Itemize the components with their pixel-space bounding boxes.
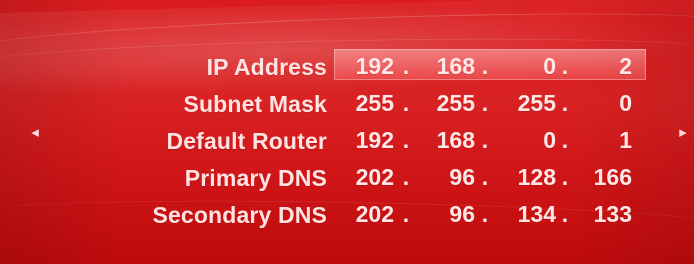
secondary-dns-octet-2[interactable]: 96	[425, 202, 475, 226]
primary-dns-label: Primary DNS	[184, 165, 327, 191]
default-router-octet-2[interactable]: 168	[425, 128, 475, 152]
primary-dns-separator-3: .	[561, 164, 569, 190]
subnet-mask-field[interactable]: 255 . 255 . 255 . 0	[334, 86, 646, 117]
ip-address-field[interactable]: 192 . 168 . 0 . 2	[334, 49, 646, 80]
subnet-mask-label: Subnet Mask	[183, 91, 327, 117]
subnet-mask-octet-3[interactable]: 255	[505, 91, 556, 115]
primary-dns-field[interactable]: 202 . 96 . 128 . 166	[334, 160, 646, 191]
secondary-dns-octet-1[interactable]: 202	[344, 202, 394, 226]
ip-address-octet-2[interactable]: 168	[425, 54, 475, 78]
primary-dns-separator-2: .	[481, 164, 489, 190]
subnet-mask-octet-2[interactable]: 255	[425, 91, 475, 115]
default-router-separator-3: .	[561, 127, 569, 153]
subnet-mask-octet-4[interactable]: 0	[584, 91, 632, 115]
ip-address-separator-3: .	[561, 53, 569, 79]
default-router-octet-1[interactable]: 192	[344, 128, 394, 152]
ip-address-row[interactable]: IP Address 192 . 168 . 0 . 2	[0, 49, 694, 86]
ip-address-separator-2: .	[481, 53, 489, 79]
ip-address-octet-3[interactable]: 0	[505, 54, 556, 78]
subnet-mask-separator-2: .	[481, 90, 489, 116]
default-router-separator-2: .	[481, 127, 489, 153]
ip-address-label: IP Address	[206, 54, 327, 80]
secondary-dns-octet-4[interactable]: 133	[584, 202, 632, 226]
ip-address-separator-1: .	[402, 53, 410, 79]
secondary-dns-separator-2: .	[481, 201, 489, 227]
ip-address-octet-4[interactable]: 2	[584, 54, 632, 78]
secondary-dns-separator-3: .	[561, 201, 569, 227]
subnet-mask-separator-3: .	[561, 90, 569, 116]
primary-dns-octet-4[interactable]: 166	[584, 165, 632, 189]
secondary-dns-label: Secondary DNS	[152, 202, 327, 228]
default-router-row[interactable]: Default Router 192 . 168 . 0 . 1	[0, 123, 694, 160]
primary-dns-octet-1[interactable]: 202	[344, 165, 394, 189]
ps3-network-settings-screen: ◂ ▸ IP Address 192 . 168 . 0 . 2 Subnet …	[0, 0, 694, 264]
primary-dns-octet-2[interactable]: 96	[425, 165, 475, 189]
primary-dns-octet-3[interactable]: 128	[505, 165, 556, 189]
ip-address-octet-1[interactable]: 192	[344, 54, 394, 78]
secondary-dns-octet-3[interactable]: 134	[505, 202, 556, 226]
primary-dns-separator-1: .	[402, 164, 410, 190]
secondary-dns-row[interactable]: Secondary DNS 202 . 96 . 134 . 133	[0, 197, 694, 234]
secondary-dns-field[interactable]: 202 . 96 . 134 . 133	[334, 197, 646, 228]
network-settings-list: IP Address 192 . 168 . 0 . 2 Subnet Mask…	[0, 49, 694, 234]
default-router-label: Default Router	[166, 128, 327, 154]
secondary-dns-separator-1: .	[402, 201, 410, 227]
default-router-octet-3[interactable]: 0	[505, 128, 556, 152]
subnet-mask-row[interactable]: Subnet Mask 255 . 255 . 255 . 0	[0, 86, 694, 123]
default-router-field[interactable]: 192 . 168 . 0 . 1	[334, 123, 646, 154]
default-router-separator-1: .	[402, 127, 410, 153]
primary-dns-row[interactable]: Primary DNS 202 . 96 . 128 . 166	[0, 160, 694, 197]
subnet-mask-separator-1: .	[402, 90, 410, 116]
subnet-mask-octet-1[interactable]: 255	[344, 91, 394, 115]
default-router-octet-4[interactable]: 1	[584, 128, 632, 152]
